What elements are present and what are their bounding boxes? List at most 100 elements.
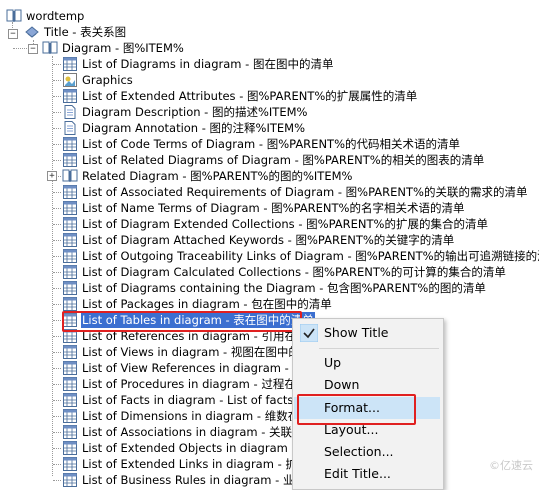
tree-item[interactable]: List of Packages in diagram - 包在图中的清单	[62, 296, 333, 312]
menu-label: Edit Title...	[324, 466, 391, 481]
list-icon	[63, 393, 77, 407]
tree-connector	[53, 464, 61, 465]
tree-connector	[53, 64, 61, 65]
tree-root-label: wordtemp	[26, 9, 85, 23]
list-icon	[63, 345, 77, 359]
tree-item[interactable]: Diagram Description - 图的描述%ITEM%	[62, 104, 308, 120]
tree-connector	[52, 56, 53, 476]
menu-item-selection[interactable]: Selection...	[294, 441, 440, 463]
tree-item[interactable]: List of Outgoing Traceability Links of D…	[62, 248, 539, 264]
tree-connector	[53, 352, 61, 353]
tree-item-label: List of Extended Attributes - 图%PARENT%的…	[82, 89, 418, 103]
tree-title-node[interactable]: Title - 表关系图	[24, 24, 127, 40]
tree-item[interactable]: List of Code Terms of Diagram - 图%PARENT…	[62, 136, 461, 152]
tree-item[interactable]: List of Diagram Calculated Collections -…	[62, 264, 507, 280]
tree-connector	[53, 144, 61, 145]
tree-item[interactable]: List of Business Rules in diagram - 业务规则	[62, 472, 330, 488]
list-icon	[63, 233, 77, 247]
list-icon	[63, 201, 77, 215]
tree-item-label: List of Diagrams in diagram - 图在图中的清单	[82, 57, 334, 71]
tree-item-label: List of Associations in diagram - 关联在图中	[82, 425, 327, 439]
tree-connector	[53, 224, 61, 225]
graphics-icon	[63, 73, 77, 87]
book-icon	[62, 169, 78, 182]
tree-item[interactable]: Related Diagram - 图%PARENT%的图的%ITEM%	[62, 168, 353, 184]
list-icon	[63, 249, 77, 263]
list-icon	[63, 473, 77, 487]
list-icon	[63, 457, 77, 471]
list-icon	[63, 425, 77, 439]
tree-item-label: List of Outgoing Traceability Links of D…	[82, 249, 539, 263]
tree-connector	[53, 320, 61, 321]
selection-annotation	[62, 311, 302, 332]
checkmark-icon	[300, 324, 318, 342]
tree-item-label: List of Diagrams containing the Diagram …	[82, 281, 486, 295]
format-annotation	[297, 394, 416, 425]
collapse-toggle[interactable]: −	[28, 44, 38, 54]
menu-item-up[interactable]: Up	[294, 352, 440, 374]
tree-item[interactable]: List of Name Terms of Diagram - 图%PARENT…	[62, 200, 465, 216]
menu-separator	[319, 348, 439, 349]
menu-label: Up	[324, 355, 342, 370]
list-icon	[63, 281, 77, 295]
tree-item-label: List of Associated Requirements of Diagr…	[82, 185, 528, 199]
list-icon	[63, 57, 77, 71]
tree-item[interactable]: List of Diagram Extended Collections - 图…	[62, 216, 489, 232]
tree-diagram-label: Diagram - 图%ITEM%	[62, 41, 184, 55]
document-icon	[64, 105, 76, 119]
tree-item-label: Graphics	[82, 73, 133, 87]
tree-connector	[53, 160, 61, 161]
tree-connector	[53, 400, 61, 401]
tree-item-label: Related Diagram - 图%PARENT%的图的%ITEM%	[82, 169, 353, 183]
tree-diagram-node[interactable]: Diagram - 图%ITEM%	[42, 40, 185, 56]
tree-connector	[53, 208, 61, 209]
tree-item[interactable]: List of Views in diagram - 视图在图中的清单	[62, 344, 324, 360]
tree-root[interactable]: wordtemp	[6, 8, 85, 24]
menu-item-edit-title[interactable]: Edit Title...	[294, 463, 440, 485]
tree-item-label: Diagram Description - 图的描述%ITEM%	[82, 105, 308, 119]
tree-item[interactable]: Graphics	[62, 72, 134, 88]
tree-item[interactable]: List of Diagrams containing the Diagram …	[62, 280, 487, 296]
tree-connector	[53, 448, 61, 449]
tree-connector	[53, 416, 61, 417]
tree-connector	[53, 96, 61, 97]
menu-item-show-title[interactable]: Show Title	[294, 322, 440, 344]
menu-label: Down	[324, 377, 360, 392]
tree-item[interactable]: List of Associations in diagram - 关联在图中	[62, 424, 328, 440]
list-icon	[63, 217, 77, 231]
report-tree[interactable]: wordtemp − Title - 表关系图 − Diagram - 图%IT…	[0, 0, 539, 487]
tree-connector	[53, 112, 61, 113]
tree-item-label: List of Views in diagram - 视图在图中的清单	[82, 345, 323, 359]
document-icon	[64, 121, 76, 135]
tree-item[interactable]: Diagram Annotation - 图的注释%ITEM%	[62, 120, 306, 136]
tree-item-label: List of Diagram Attached Keywords - 图%PA…	[82, 233, 455, 247]
tree-item[interactable]: List of Procedures in diagram - 过程在图中的	[62, 376, 331, 392]
tree-item-label: List of Diagram Extended Collections - 图…	[82, 217, 488, 231]
tree-title-label: Title - 表关系图	[44, 25, 127, 39]
tree-item[interactable]: List of Diagrams in diagram - 图在图中的清单	[62, 56, 334, 72]
expand-toggle[interactable]: +	[47, 171, 57, 181]
list-icon	[63, 377, 77, 391]
tree-item[interactable]: List of Extended Attributes - 图%PARENT%的…	[62, 88, 418, 104]
title-icon	[25, 26, 39, 38]
tree-item[interactable]: List of Diagram Attached Keywords - 图%PA…	[62, 232, 455, 248]
tree-item-label: Diagram Annotation - 图的注释%ITEM%	[82, 121, 306, 135]
tree-item[interactable]: List of Associated Requirements of Diagr…	[62, 184, 528, 200]
list-icon	[63, 441, 77, 455]
tree-connector	[53, 384, 61, 385]
tree-connector	[53, 288, 61, 289]
tree-item[interactable]: List of Related Diagrams of Diagram - 图%…	[62, 152, 485, 168]
menu-label: Show Title	[324, 325, 389, 340]
tree-connector	[53, 80, 61, 81]
menu-item-down[interactable]: Down	[294, 374, 440, 396]
tree-item-label: List of Code Terms of Diagram - 图%PARENT…	[82, 137, 460, 151]
tree-connector	[53, 240, 61, 241]
tree-connector	[53, 304, 61, 305]
tree-item[interactable]: List of View References in diagram - 视图引	[62, 360, 328, 376]
tree-connector	[53, 256, 61, 257]
tree-connector	[53, 480, 61, 481]
list-icon	[63, 185, 77, 199]
book-icon	[6, 9, 22, 22]
menu-label: Selection...	[324, 444, 394, 459]
collapse-toggle[interactable]: −	[8, 29, 18, 39]
